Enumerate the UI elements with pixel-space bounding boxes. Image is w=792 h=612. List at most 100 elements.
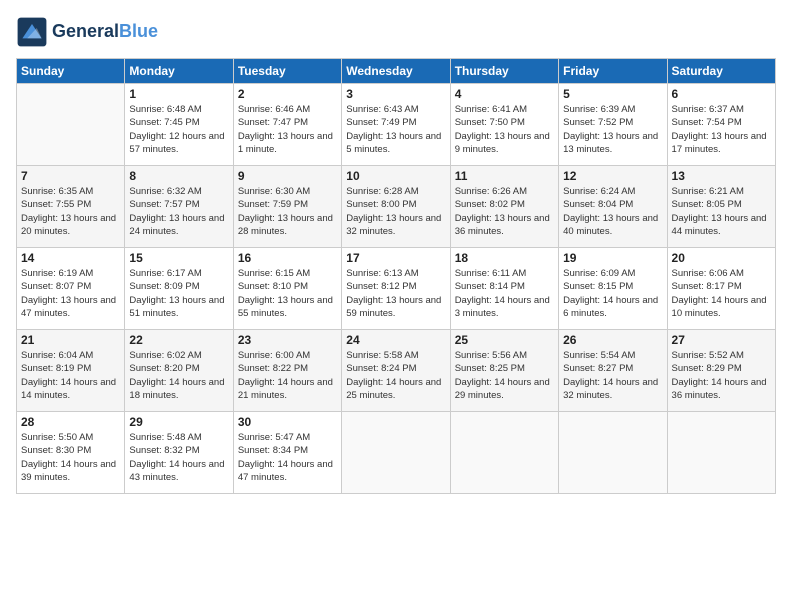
day-number: 7 [21,169,120,183]
day-info: Sunrise: 6:21 AMSunset: 8:05 PMDaylight:… [672,185,771,238]
day-number: 9 [238,169,337,183]
day-info: Sunrise: 6:17 AMSunset: 8:09 PMDaylight:… [129,267,228,320]
day-cell: 23 Sunrise: 6:00 AMSunset: 8:22 PMDaylig… [233,330,341,412]
day-cell: 9 Sunrise: 6:30 AMSunset: 7:59 PMDayligh… [233,166,341,248]
logo-icon [16,16,48,48]
day-number: 6 [672,87,771,101]
day-number: 20 [672,251,771,265]
day-info: Sunrise: 6:06 AMSunset: 8:17 PMDaylight:… [672,267,771,320]
day-info: Sunrise: 6:43 AMSunset: 7:49 PMDaylight:… [346,103,445,156]
day-number: 28 [21,415,120,429]
day-info: Sunrise: 6:37 AMSunset: 7:54 PMDaylight:… [672,103,771,156]
day-info: Sunrise: 6:13 AMSunset: 8:12 PMDaylight:… [346,267,445,320]
day-cell: 1 Sunrise: 6:48 AMSunset: 7:45 PMDayligh… [125,84,233,166]
day-cell: 27 Sunrise: 5:52 AMSunset: 8:29 PMDaylig… [667,330,775,412]
day-number: 15 [129,251,228,265]
day-number: 23 [238,333,337,347]
day-cell: 20 Sunrise: 6:06 AMSunset: 8:17 PMDaylig… [667,248,775,330]
day-cell: 25 Sunrise: 5:56 AMSunset: 8:25 PMDaylig… [450,330,558,412]
day-cell: 2 Sunrise: 6:46 AMSunset: 7:47 PMDayligh… [233,84,341,166]
day-cell: 18 Sunrise: 6:11 AMSunset: 8:14 PMDaylig… [450,248,558,330]
day-number: 25 [455,333,554,347]
day-cell: 6 Sunrise: 6:37 AMSunset: 7:54 PMDayligh… [667,84,775,166]
day-number: 3 [346,87,445,101]
header-row: SundayMondayTuesdayWednesdayThursdayFrid… [17,59,776,84]
day-info: Sunrise: 6:15 AMSunset: 8:10 PMDaylight:… [238,267,337,320]
day-cell: 11 Sunrise: 6:26 AMSunset: 8:02 PMDaylig… [450,166,558,248]
day-cell: 29 Sunrise: 5:48 AMSunset: 8:32 PMDaylig… [125,412,233,494]
column-header-saturday: Saturday [667,59,775,84]
day-number: 22 [129,333,228,347]
day-info: Sunrise: 6:39 AMSunset: 7:52 PMDaylight:… [563,103,662,156]
day-cell: 16 Sunrise: 6:15 AMSunset: 8:10 PMDaylig… [233,248,341,330]
day-number: 16 [238,251,337,265]
day-cell: 26 Sunrise: 5:54 AMSunset: 8:27 PMDaylig… [559,330,667,412]
day-number: 2 [238,87,337,101]
day-cell: 5 Sunrise: 6:39 AMSunset: 7:52 PMDayligh… [559,84,667,166]
day-cell: 22 Sunrise: 6:02 AMSunset: 8:20 PMDaylig… [125,330,233,412]
day-info: Sunrise: 6:02 AMSunset: 8:20 PMDaylight:… [129,349,228,402]
day-info: Sunrise: 5:47 AMSunset: 8:34 PMDaylight:… [238,431,337,484]
day-cell: 21 Sunrise: 6:04 AMSunset: 8:19 PMDaylig… [17,330,125,412]
day-cell: 12 Sunrise: 6:24 AMSunset: 8:04 PMDaylig… [559,166,667,248]
day-cell [667,412,775,494]
day-number: 21 [21,333,120,347]
day-number: 5 [563,87,662,101]
day-cell [342,412,450,494]
column-header-wednesday: Wednesday [342,59,450,84]
day-number: 27 [672,333,771,347]
day-info: Sunrise: 6:24 AMSunset: 8:04 PMDaylight:… [563,185,662,238]
day-info: Sunrise: 5:56 AMSunset: 8:25 PMDaylight:… [455,349,554,402]
day-cell: 28 Sunrise: 5:50 AMSunset: 8:30 PMDaylig… [17,412,125,494]
day-info: Sunrise: 5:52 AMSunset: 8:29 PMDaylight:… [672,349,771,402]
day-info: Sunrise: 5:58 AMSunset: 8:24 PMDaylight:… [346,349,445,402]
column-header-sunday: Sunday [17,59,125,84]
day-number: 11 [455,169,554,183]
day-number: 4 [455,87,554,101]
day-number: 14 [21,251,120,265]
week-row-4: 21 Sunrise: 6:04 AMSunset: 8:19 PMDaylig… [17,330,776,412]
day-cell: 10 Sunrise: 6:28 AMSunset: 8:00 PMDaylig… [342,166,450,248]
day-cell: 14 Sunrise: 6:19 AMSunset: 8:07 PMDaylig… [17,248,125,330]
day-cell: 30 Sunrise: 5:47 AMSunset: 8:34 PMDaylig… [233,412,341,494]
day-cell: 24 Sunrise: 5:58 AMSunset: 8:24 PMDaylig… [342,330,450,412]
day-number: 30 [238,415,337,429]
day-number: 17 [346,251,445,265]
day-info: Sunrise: 6:28 AMSunset: 8:00 PMDaylight:… [346,185,445,238]
day-cell: 8 Sunrise: 6:32 AMSunset: 7:57 PMDayligh… [125,166,233,248]
day-cell [450,412,558,494]
day-info: Sunrise: 6:09 AMSunset: 8:15 PMDaylight:… [563,267,662,320]
day-number: 13 [672,169,771,183]
column-header-friday: Friday [559,59,667,84]
week-row-2: 7 Sunrise: 6:35 AMSunset: 7:55 PMDayligh… [17,166,776,248]
day-cell: 19 Sunrise: 6:09 AMSunset: 8:15 PMDaylig… [559,248,667,330]
day-info: Sunrise: 6:41 AMSunset: 7:50 PMDaylight:… [455,103,554,156]
day-info: Sunrise: 6:26 AMSunset: 8:02 PMDaylight:… [455,185,554,238]
day-cell: 13 Sunrise: 6:21 AMSunset: 8:05 PMDaylig… [667,166,775,248]
calendar-table: SundayMondayTuesdayWednesdayThursdayFrid… [16,58,776,494]
week-row-3: 14 Sunrise: 6:19 AMSunset: 8:07 PMDaylig… [17,248,776,330]
day-info: Sunrise: 5:54 AMSunset: 8:27 PMDaylight:… [563,349,662,402]
column-header-monday: Monday [125,59,233,84]
day-cell [17,84,125,166]
day-number: 26 [563,333,662,347]
logo: GeneralBlue [16,16,158,48]
column-header-tuesday: Tuesday [233,59,341,84]
day-number: 29 [129,415,228,429]
day-number: 24 [346,333,445,347]
day-cell: 17 Sunrise: 6:13 AMSunset: 8:12 PMDaylig… [342,248,450,330]
day-info: Sunrise: 6:00 AMSunset: 8:22 PMDaylight:… [238,349,337,402]
day-info: Sunrise: 6:46 AMSunset: 7:47 PMDaylight:… [238,103,337,156]
day-number: 12 [563,169,662,183]
week-row-1: 1 Sunrise: 6:48 AMSunset: 7:45 PMDayligh… [17,84,776,166]
day-info: Sunrise: 5:50 AMSunset: 8:30 PMDaylight:… [21,431,120,484]
day-number: 18 [455,251,554,265]
column-header-thursday: Thursday [450,59,558,84]
day-info: Sunrise: 5:48 AMSunset: 8:32 PMDaylight:… [129,431,228,484]
calendar-container: GeneralBlue SundayMondayTuesdayWednesday… [0,0,792,612]
header: GeneralBlue [16,16,776,48]
day-cell: 3 Sunrise: 6:43 AMSunset: 7:49 PMDayligh… [342,84,450,166]
day-info: Sunrise: 6:04 AMSunset: 8:19 PMDaylight:… [21,349,120,402]
day-cell: 4 Sunrise: 6:41 AMSunset: 7:50 PMDayligh… [450,84,558,166]
day-cell: 15 Sunrise: 6:17 AMSunset: 8:09 PMDaylig… [125,248,233,330]
